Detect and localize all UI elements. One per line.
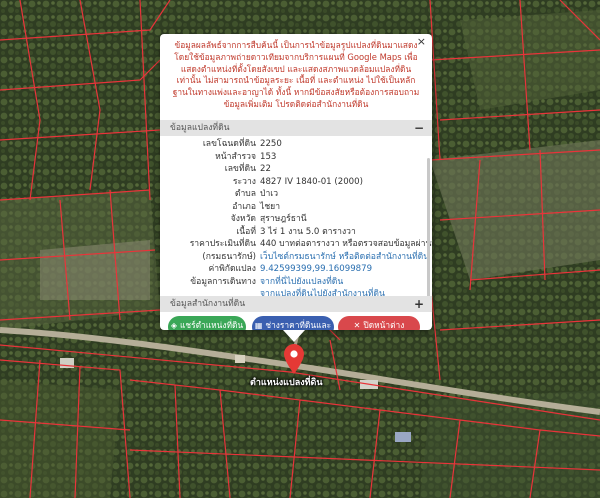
table-row: อำเภอ ไชยา — [160, 201, 432, 213]
row-value: ไชยา — [260, 201, 281, 212]
parcel-info-popup: × ข้อมูลผลลัพธ์จากการสืบค้นนี้ เป็นการนำ… — [160, 34, 432, 330]
marker-label: ตำแหน่งแปลงที่ดิน — [250, 378, 323, 388]
office-section-header[interactable]: ข้อมูลสำนักงานที่ดิน + — [160, 296, 432, 312]
table-row: เนื้อที่ 3 ไร่ 1 งาน 5.0 ตารางวา — [160, 226, 432, 238]
row-label: เลขที่ดิน — [224, 164, 256, 174]
calculator-icon: ▦ — [254, 321, 263, 330]
treasury-website-link[interactable]: เว็บไซต์กรมธนารักษ์ หรือติดต่อสำนักงานที… — [260, 251, 429, 263]
table-row: ค่าพิกัดแปลง 9.42599399,99.16099879 — [160, 263, 432, 275]
table-row: เลขโฉนดที่ดิน 2250 — [160, 138, 432, 150]
collapse-icon[interactable]: − — [414, 120, 424, 136]
row-value: 2250 — [260, 139, 282, 149]
row-value: 22 — [260, 164, 271, 174]
table-row: ราคาประเมินที่ดิน 440 บาทต่อตารางวา หรือ… — [160, 238, 432, 250]
table-row: ตำบล ป่าเว — [160, 188, 432, 200]
coordinates-link[interactable]: 9.42599399,99.16099879 — [260, 263, 372, 275]
parcel-section-header[interactable]: ข้อมูลแปลงที่ดิน − — [160, 120, 432, 136]
disclaimer-notice: ข้อมูลผลลัพธ์จากการสืบค้นนี้ เป็นการนำข้… — [172, 40, 420, 109]
table-row: ระวาง 4827 IV 1840-01 (2000) — [160, 176, 432, 188]
row-label: ข้อมูลการเดินทาง — [190, 276, 256, 287]
row-label: เนื้อที่ — [236, 226, 256, 237]
action-buttons: ◈ แชร์ตำแหน่งที่ดิน ▦ ช่างราคาที่ดินและ ✕ ป… — [160, 316, 432, 330]
row-value: 440 บาทต่อตารางวา หรือตรวจสอบข้อมูลผ่านท… — [260, 239, 432, 249]
row-label: (กรมธนารักษ์) — [202, 251, 256, 262]
expand-icon[interactable]: + — [414, 296, 424, 312]
row-value: 4827 IV 1840-01 (2000) — [260, 176, 363, 187]
row-label: ราคาประเมินที่ดิน — [189, 239, 256, 249]
parcel-section-title: ข้อมูลแปลงที่ดิน — [170, 123, 230, 133]
office-section-title: ข้อมูลสำนักงานที่ดิน — [170, 299, 246, 309]
row-label: ตำบล — [234, 189, 256, 199]
close-icon: ✕ — [353, 321, 361, 330]
row-label: เลขโฉนดที่ดิน — [202, 139, 256, 149]
row-label: ค่าพิกัดแปลง — [208, 264, 256, 274]
table-row: เลขที่ดิน 22 — [160, 163, 432, 175]
close-window-button[interactable]: ✕ ปิดหน้าต่าง — [338, 316, 420, 330]
popup-scrollbar[interactable] — [427, 158, 430, 298]
close-window-label: ปิดหน้าต่าง — [363, 320, 405, 330]
table-row: ข้อมูลการเดินทาง จากที่นี่ไปยังแปลงที่ดิ… — [160, 276, 432, 288]
share-location-button[interactable]: ◈ แชร์ตำแหน่งที่ดิน — [168, 316, 246, 330]
share-location-label: แชร์ตำแหน่งที่ดิน — [180, 320, 244, 330]
directions-to-parcel-link[interactable]: จากที่นี่ไปยังแปลงที่ดิน — [260, 276, 343, 288]
share-icon: ◈ — [170, 321, 177, 330]
check-price-button[interactable]: ▦ ช่างราคาที่ดินและ — [252, 316, 334, 330]
row-label: หน้าสำรวจ — [215, 151, 256, 162]
table-row: หน้าสำรวจ 153 — [160, 151, 432, 163]
row-value: ป่าเว — [260, 189, 279, 199]
location-pin-icon[interactable] — [284, 344, 304, 374]
row-value: สุราษฎร์ธานี — [260, 214, 307, 224]
row-label: ระวาง — [232, 176, 256, 187]
row-label: อำเภอ — [232, 201, 256, 212]
row-label: จังหวัด — [230, 214, 256, 224]
table-row: จังหวัด สุราษฎร์ธานี — [160, 213, 432, 225]
table-row: (กรมธนารักษ์) เว็บไซต์กรมธนารักษ์ หรือติ… — [160, 251, 432, 263]
row-value: 3 ไร่ 1 งาน 5.0 ตารางวา — [260, 226, 356, 237]
row-value: 153 — [260, 151, 277, 162]
popup-tail — [283, 330, 305, 342]
check-price-label: ช่างราคาที่ดินและ — [265, 320, 332, 330]
